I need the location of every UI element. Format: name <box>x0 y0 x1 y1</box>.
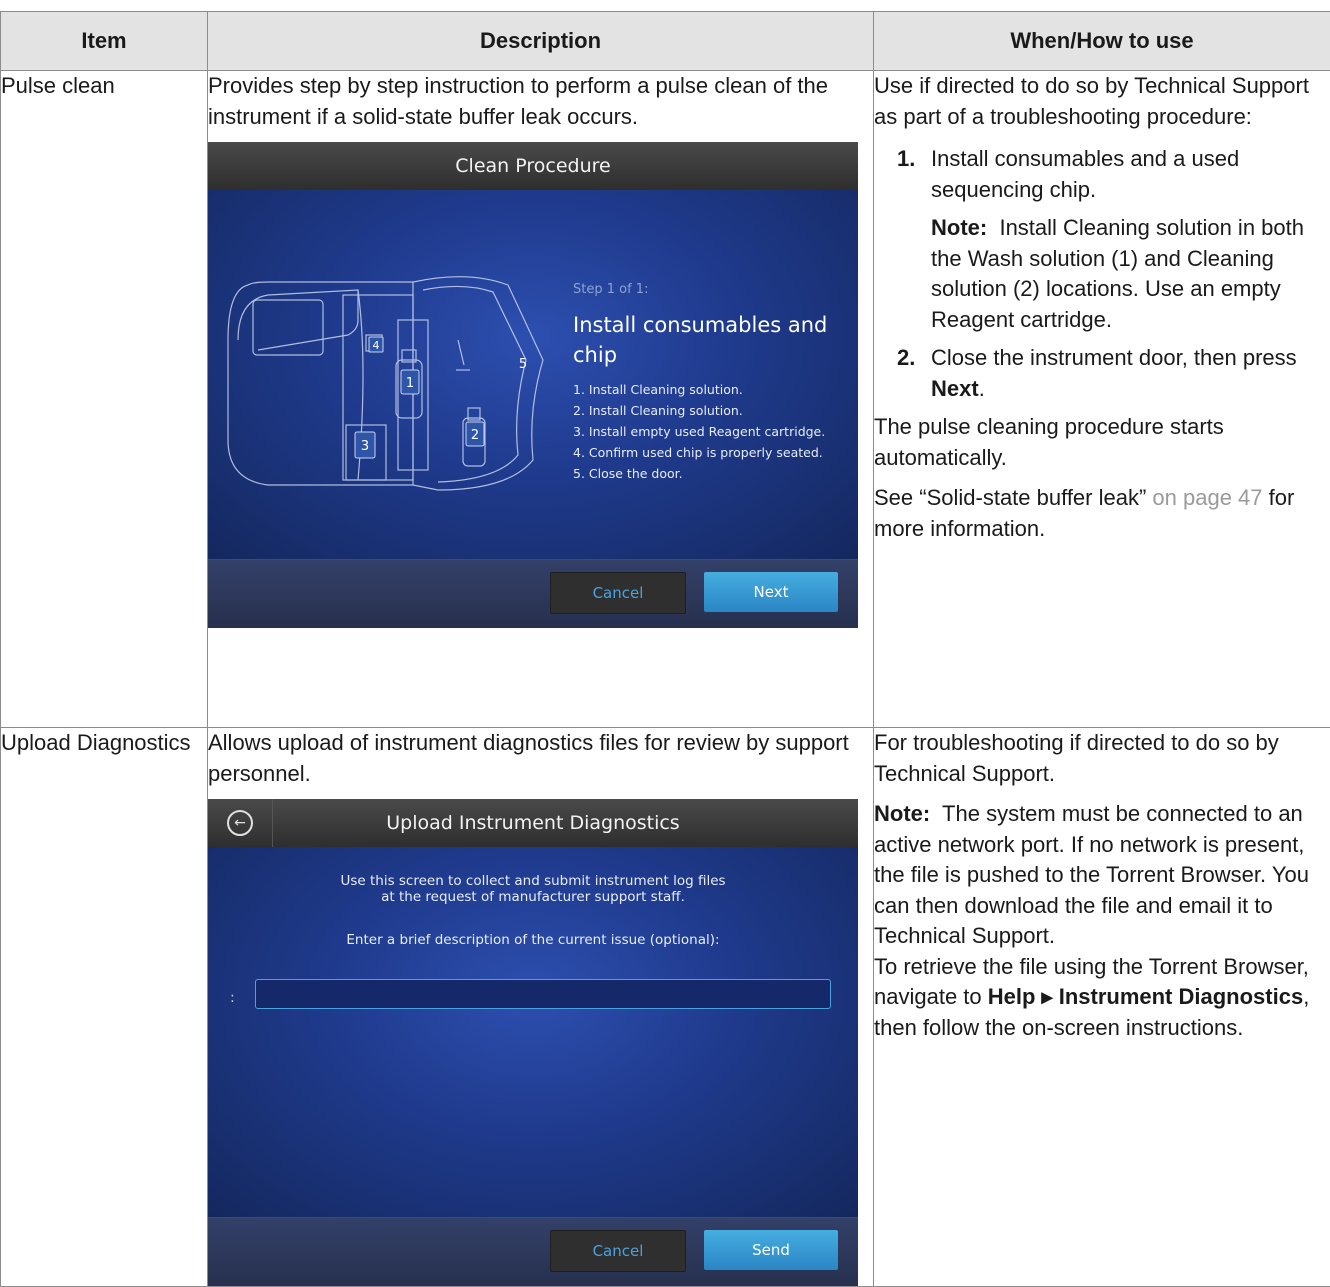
when-how-cell: Use if directed to do so by Technical Su… <box>874 71 1330 728</box>
screen-title: Upload Instrument Diagnostics <box>386 808 679 839</box>
instruction-item: 1. Install Cleaning solution. <box>573 379 858 400</box>
back-button[interactable]: ← <box>208 799 273 847</box>
screen-header: ← Upload Instrument Diagnostics <box>208 799 858 847</box>
send-button[interactable]: Send <box>704 1230 838 1270</box>
procedure-steps: 1. Install consumables and a used sequen… <box>874 144 1330 205</box>
screen-footer: Cancel Send <box>208 1217 858 1286</box>
instrument-illustration: 1 2 3 4 5 <box>208 190 548 559</box>
screen-header: Clean Procedure <box>208 142 858 190</box>
screen-body: 1 2 3 4 5 Step 1 of 1: Install consumabl… <box>208 190 858 559</box>
see-also: See “Solid-state buffer leak” on page 47… <box>874 483 1330 544</box>
step-end: . <box>979 376 985 401</box>
item-cell: Upload Diagnostics <box>1 728 208 1287</box>
step-text: Install consumables and a used sequencin… <box>931 146 1239 202</box>
step-text: Close the instrument door, then press <box>931 345 1297 370</box>
field-label: Enter a brief description of the current… <box>208 925 858 956</box>
description-cell: Provides step by step instruction to per… <box>208 71 874 728</box>
header-item: Item <box>1 12 208 71</box>
instruction-item: 4. Confirm used chip is properly seated. <box>573 442 858 463</box>
note-label: Note: <box>931 215 987 240</box>
description-cell: Allows upload of instrument diagnostics … <box>208 728 874 1287</box>
table-header-row: Item Description When/How to use <box>1 12 1330 71</box>
back-arrow-icon: ← <box>227 810 253 836</box>
procedure-step: 1. Install consumables and a used sequen… <box>874 144 1330 205</box>
instruction-item: 3. Install empty used Reagent cartridge. <box>573 421 858 442</box>
description-text: Allows upload of instrument diagnostics … <box>208 728 873 789</box>
step-panel: Step 1 of 1: Install consumables and chi… <box>573 275 858 484</box>
note: Note: Install Cleaning solution in both … <box>931 213 1330 335</box>
callout-3-label: 3 <box>361 439 369 454</box>
table-row: Upload Diagnostics Allows upload of inst… <box>1 728 1330 1287</box>
item-name: Upload Diagnostics <box>1 730 191 755</box>
message-line: at the request of manufacturer support s… <box>208 889 858 905</box>
instructions-message: Use this screen to collect and submit in… <box>208 847 858 905</box>
step-number: 2. <box>897 343 915 374</box>
callout-1-label: 1 <box>406 376 414 391</box>
issue-description-input[interactable] <box>255 979 831 1009</box>
cancel-button[interactable]: Cancel <box>550 1230 686 1272</box>
callout-4-label: 4 <box>373 339 380 352</box>
procedure-step: 2. Close the instrument door, then press… <box>874 343 1330 404</box>
screen-body: Use this screen to collect and submit in… <box>208 847 858 1217</box>
step-title: Install consumables and chip <box>573 310 858 371</box>
menu-path: Help ▸ Instrument Diagnostics <box>988 984 1303 1009</box>
item-name: Pulse clean <box>1 73 115 98</box>
item-cell: Pulse clean <box>1 71 208 728</box>
procedure-steps: 2. Close the instrument door, then press… <box>874 343 1330 404</box>
message-line: Use this screen to collect and submit in… <box>208 873 858 889</box>
instruction-item: 2. Install Cleaning solution. <box>573 400 858 421</box>
upload-diagnostics-screen: ← Upload Instrument Diagnostics Use this… <box>208 799 858 1286</box>
note-text: Install Cleaning solution in both the Wa… <box>931 215 1304 332</box>
when-how-cell: For troubleshooting if directed to do so… <box>874 728 1330 1287</box>
retrieve-instructions: To retrieve the file using the Torrent B… <box>874 952 1330 1044</box>
instruction-item: 5. Close the door. <box>573 463 858 484</box>
clean-procedure-screen: Clean Procedure <box>208 142 858 628</box>
next-button[interactable]: Next <box>704 572 838 612</box>
header-description: Description <box>208 12 874 71</box>
callout-5-label: 5 <box>519 357 527 372</box>
note-text: The system must be connected to an activ… <box>874 801 1309 948</box>
note-label: Note: <box>874 801 930 826</box>
next-keyword: Next <box>931 376 979 401</box>
use-intro: Use if directed to do so by Technical Su… <box>874 71 1330 132</box>
cancel-button[interactable]: Cancel <box>550 572 686 614</box>
step-number: 1. <box>897 144 915 175</box>
field-prefix: : <box>230 983 235 1014</box>
page-link[interactable]: on page 47 <box>1152 485 1262 510</box>
callout-2-label: 2 <box>471 428 479 443</box>
header-when-how: When/How to use <box>874 12 1330 71</box>
reference-table: Item Description When/How to use Pulse c… <box>0 11 1330 1287</box>
description-text: Provides step by step instruction to per… <box>208 71 873 132</box>
use-intro: For troubleshooting if directed to do so… <box>874 728 1330 789</box>
see-prefix: See “Solid-state buffer leak” <box>874 485 1146 510</box>
screen-title: Clean Procedure <box>455 151 610 182</box>
screen-footer: Cancel Next <box>208 559 858 628</box>
table-row: Pulse clean Provides step by step instru… <box>1 71 1330 728</box>
after-text: The pulse cleaning procedure starts auto… <box>874 412 1330 473</box>
step-counter: Step 1 of 1: <box>573 275 858 306</box>
note: Note: The system must be connected to an… <box>874 799 1330 952</box>
